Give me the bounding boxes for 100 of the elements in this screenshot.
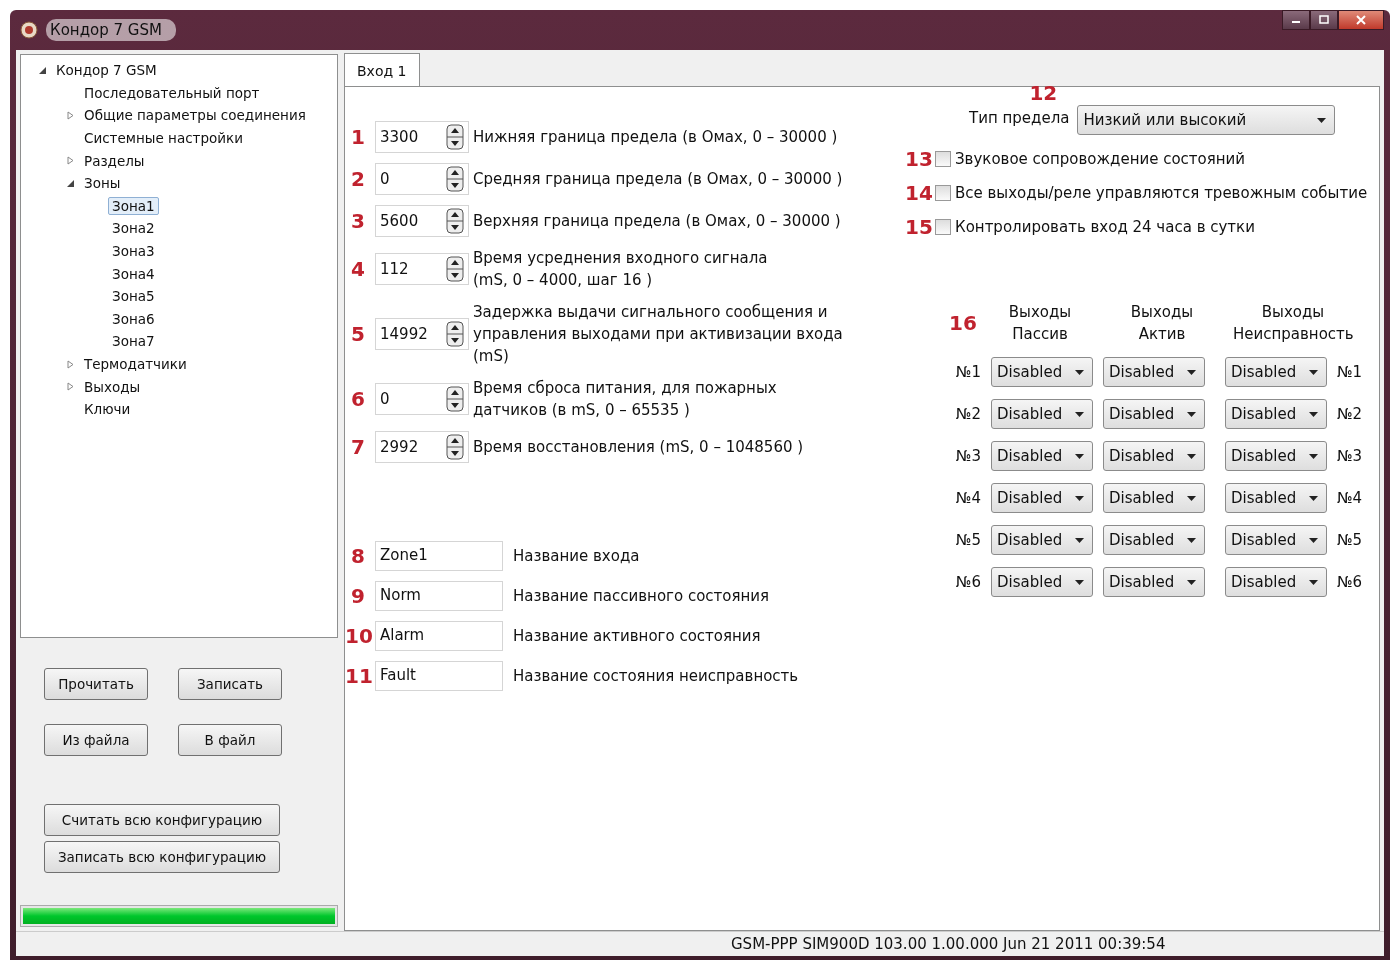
spin-arrows-icon[interactable] <box>446 386 464 412</box>
tree-item[interactable]: Зона3 <box>108 242 159 261</box>
dropdown[interactable]: Низкий или высокий <box>1077 105 1336 135</box>
dropdown[interactable]: Disabled <box>991 525 1093 555</box>
text-field[interactable]: Norm <box>375 581 503 611</box>
dropdown[interactable]: Disabled <box>991 399 1093 429</box>
expand-icon[interactable] <box>65 359 75 369</box>
marker-number: 5 <box>350 322 366 346</box>
marker-number: 1 <box>350 125 366 149</box>
minimize-button[interactable] <box>1282 10 1310 30</box>
tree-item[interactable]: Системные настройки <box>80 129 247 148</box>
close-button[interactable] <box>1338 10 1384 30</box>
checkbox-label: Все выходы/реле управляются тревожным событие <box>955 184 1368 202</box>
maximize-button[interactable] <box>1310 10 1338 30</box>
column-header: Выходы Актив <box>1129 302 1195 345</box>
tree-item[interactable]: Зона6 <box>108 309 159 328</box>
caret-icon <box>1309 495 1318 501</box>
tree-item[interactable]: Зона1 <box>108 196 159 215</box>
spin-arrows-icon[interactable] <box>446 321 464 347</box>
tab[interactable]: Вход 1 <box>344 53 420 87</box>
dropdown[interactable]: Disabled <box>1103 567 1205 597</box>
spin-arrows-icon[interactable] <box>446 208 464 234</box>
dropdown[interactable]: Disabled <box>1103 483 1205 513</box>
tree-item[interactable]: Зона2 <box>108 219 159 238</box>
expand-icon[interactable] <box>65 111 75 120</box>
text-field[interactable]: Fault <box>375 661 503 691</box>
tree-item[interactable]: Последовательный порт <box>80 83 264 102</box>
caret-icon <box>1075 537 1084 543</box>
dropdown[interactable]: Disabled <box>1103 399 1205 429</box>
caret-icon <box>1187 537 1196 543</box>
checkbox[interactable] <box>935 185 951 201</box>
row-label: №6 <box>1337 573 1364 591</box>
dropdown[interactable]: Disabled <box>1103 525 1205 555</box>
field-label: Время восстановления (mS, 0 – 1048560 ) <box>473 437 805 458</box>
expand-icon[interactable] <box>65 156 75 166</box>
field-label: Название активного состояния <box>513 627 761 645</box>
dropdown[interactable]: Disabled <box>1225 357 1327 387</box>
caret-icon <box>1309 369 1318 375</box>
row-label: №2 <box>954 405 981 423</box>
field-label: Название пассивного состояния <box>513 587 770 605</box>
spin-box[interactable]: 14992 <box>375 318 469 350</box>
action-button[interactable]: Прочитать <box>44 668 148 700</box>
dropdown[interactable]: Disabled <box>1225 483 1327 513</box>
row-label: №3 <box>954 447 981 465</box>
spin-arrows-icon[interactable] <box>446 124 464 150</box>
tree-item[interactable]: Ключи <box>80 400 135 419</box>
dropdown[interactable]: Disabled <box>991 441 1093 471</box>
tree-item[interactable]: Кондор 7 GSM <box>52 61 161 80</box>
tree-item[interactable]: Разделы <box>80 151 149 170</box>
caret-icon <box>1187 579 1196 585</box>
spin-box[interactable]: 2992 <box>375 431 469 463</box>
field-label: Тип предела <box>969 109 1070 129</box>
spin-arrows-icon[interactable] <box>446 256 464 282</box>
dropdown[interactable]: Disabled <box>991 483 1093 513</box>
marker-number: 3 <box>350 209 366 233</box>
spin-arrows-icon[interactable] <box>446 166 464 192</box>
collapse-icon[interactable] <box>37 65 47 75</box>
field-label: Время сброса питания, для пожарных датчиков (в mS, 0 – 65535 ) <box>473 378 778 421</box>
dropdown[interactable]: Disabled <box>1225 567 1327 597</box>
collapse-icon[interactable] <box>65 178 75 188</box>
tree-item[interactable]: Зона7 <box>108 332 159 351</box>
action-button[interactable]: Из файла <box>44 724 148 756</box>
dropdown[interactable]: Disabled <box>1225 525 1327 555</box>
row-label: №3 <box>1337 447 1364 465</box>
action-button[interactable]: Записать <box>178 668 282 700</box>
tree-item[interactable]: Общие параметры соединения <box>80 106 310 125</box>
tree-item[interactable]: Выходы <box>80 377 145 396</box>
spin-box[interactable]: 112 <box>375 253 469 285</box>
dropdown[interactable]: Disabled <box>1103 357 1205 387</box>
dropdown[interactable]: Disabled <box>1225 399 1327 429</box>
text-field[interactable]: Zone1 <box>375 541 503 571</box>
caret-icon <box>1187 411 1196 417</box>
tree-item[interactable]: Зоны <box>80 174 125 193</box>
marker-number: 15 <box>905 215 931 239</box>
text-field[interactable]: Alarm <box>375 621 503 651</box>
tree-item[interactable]: Зона4 <box>108 264 159 283</box>
dropdown[interactable]: Disabled <box>1103 441 1205 471</box>
spin-box[interactable]: 5600 <box>375 205 469 237</box>
status-text: GSM-PPP SIM900D 103.00 1.00.000 Jun 21 2011 00:39:54 <box>731 935 1166 953</box>
field-label: Название состояния неисправность <box>513 667 799 685</box>
tree-item[interactable]: Термодатчики <box>80 355 191 373</box>
tree-item[interactable]: Зона5 <box>108 287 159 306</box>
spin-arrows-icon[interactable] <box>446 434 464 460</box>
marker-number: 11 <box>345 664 371 688</box>
marker-number: 6 <box>350 387 366 411</box>
close-icon <box>1355 15 1367 25</box>
checkbox[interactable] <box>935 151 951 167</box>
dropdown[interactable]: Disabled <box>991 567 1093 597</box>
spin-box[interactable]: 0 <box>375 383 469 415</box>
config-button[interactable]: Считать всю конфигурацию <box>44 804 280 836</box>
config-button[interactable]: Записать всю конфигурацию <box>44 841 280 873</box>
expand-icon[interactable] <box>65 382 75 392</box>
spin-box[interactable]: 0 <box>375 163 469 195</box>
row-label: №1 <box>1337 363 1364 381</box>
dropdown[interactable]: Disabled <box>991 357 1093 387</box>
checkbox[interactable] <box>935 219 951 235</box>
action-button[interactable]: В файл <box>178 724 282 756</box>
spin-box[interactable]: 3300 <box>375 121 469 153</box>
dropdown[interactable]: Disabled <box>1225 441 1327 471</box>
marker-number: 2 <box>350 167 366 191</box>
